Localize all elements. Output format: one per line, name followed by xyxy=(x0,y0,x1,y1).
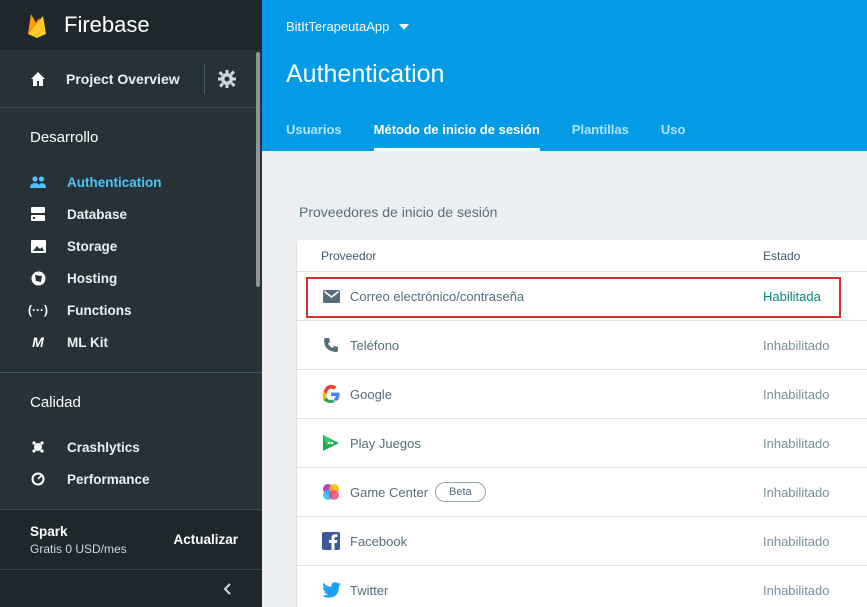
provider-name: Correo electrónico/contraseña xyxy=(350,288,525,304)
upgrade-button[interactable]: Actualizar xyxy=(173,532,238,547)
sidebar-item-label: Crashlytics xyxy=(67,439,140,455)
provider-name-group: Game Center Beta xyxy=(350,482,486,502)
provider-status: Habilitada xyxy=(763,288,821,304)
provider-row-play-games[interactable]: Play Juegos Inhabilitado xyxy=(297,419,867,468)
column-header-status: Estado xyxy=(763,248,801,263)
page-header: BitItTerapeutaApp Authentication Usuario… xyxy=(262,0,867,151)
collapse-sidebar-button[interactable] xyxy=(0,569,262,607)
facebook-icon xyxy=(321,531,341,551)
provider-name: Twitter xyxy=(350,582,389,598)
performance-icon xyxy=(30,471,46,487)
storage-icon xyxy=(30,238,46,254)
firebase-logo-icon xyxy=(28,14,46,38)
game-center-icon xyxy=(321,482,341,502)
sidebar-item-label: Performance xyxy=(67,471,150,487)
sidebar-item-label: Functions xyxy=(67,302,132,318)
project-overview-label: Project Overview xyxy=(66,70,180,87)
table-header: Proveedor Estado xyxy=(297,240,867,272)
provider-status: Inhabilitado xyxy=(763,435,830,451)
providers-table: Proveedor Estado Correo electrónico/cont… xyxy=(297,240,867,607)
sidebar-item-authentication[interactable]: Authentication xyxy=(30,166,262,198)
provider-name: Facebook xyxy=(350,533,408,549)
chevron-down-icon xyxy=(399,23,410,30)
sidebar-item-label: Hosting xyxy=(67,270,118,286)
provider-row-google[interactable]: Google Inhabilitado xyxy=(297,370,867,419)
functions-icon: (···) xyxy=(28,303,48,317)
page-title: Authentication xyxy=(286,60,445,88)
sidebar-item-database[interactable]: Database xyxy=(30,198,262,230)
section-desarrollo: Desarrollo Authentication Database Stora… xyxy=(0,108,262,358)
project-name: BitItTerapeutaApp xyxy=(286,19,390,34)
sidebar-item-label: Database xyxy=(67,206,128,222)
home-icon xyxy=(31,71,45,86)
sidebar-item-ml-kit[interactable]: M ML Kit xyxy=(30,326,262,358)
column-header-provider: Proveedor xyxy=(321,248,377,263)
tab-usuarios[interactable]: Usuarios xyxy=(286,122,342,151)
plan-panel: Spark Gratis 0 USD/mes Actualizar xyxy=(0,509,262,569)
sidebar-item-storage[interactable]: Storage xyxy=(30,230,262,262)
provider-row-phone[interactable]: Teléfono Inhabilitado xyxy=(297,321,867,370)
provider-status: Inhabilitado xyxy=(763,337,830,353)
database-icon xyxy=(30,206,46,222)
brand-name: Firebase xyxy=(64,12,150,37)
section-calidad: Calidad Crashlytics Performance xyxy=(0,373,262,495)
sidebar-item-label: Authentication xyxy=(67,174,162,190)
provider-row-twitter[interactable]: Twitter Inhabilitado xyxy=(297,566,867,607)
google-icon xyxy=(321,384,341,404)
sidebar-item-hosting[interactable]: Hosting xyxy=(30,262,262,294)
twitter-icon xyxy=(321,580,341,600)
tab-bar: Usuarios Método de inicio de sesión Plan… xyxy=(286,122,717,151)
chevron-left-icon xyxy=(223,583,231,595)
beta-badge: Beta xyxy=(435,482,486,502)
provider-status: Inhabilitado xyxy=(763,386,830,402)
section-title: Calidad xyxy=(30,393,81,411)
sidebar-scrollbar[interactable] xyxy=(256,52,260,287)
provider-status: Inhabilitado xyxy=(763,484,830,500)
sidebar-item-crashlytics[interactable]: Crashlytics xyxy=(30,431,262,463)
tab-plantillas[interactable]: Plantillas xyxy=(572,122,629,151)
overview-separator xyxy=(204,64,205,94)
providers-section-title: Proveedores de inicio de sesión xyxy=(299,204,498,220)
sidebar-item-performance[interactable]: Performance xyxy=(30,463,262,495)
section-title: Desarrollo xyxy=(30,128,99,146)
people-icon xyxy=(30,174,46,190)
email-icon xyxy=(321,286,341,306)
mlkit-icon: M xyxy=(32,334,44,350)
project-selector[interactable]: BitItTerapeutaApp xyxy=(286,19,410,34)
provider-name: Teléfono xyxy=(350,337,400,353)
provider-name: Google xyxy=(350,386,392,402)
phone-icon xyxy=(321,335,341,355)
sidebar: Firebase Project Overview Desarrollo Aut… xyxy=(0,0,262,607)
tab-uso[interactable]: Uso xyxy=(661,122,686,151)
sidebar-item-label: Storage xyxy=(67,238,118,254)
provider-name: Play Juegos xyxy=(350,435,421,451)
project-overview-link[interactable]: Project Overview xyxy=(0,50,262,108)
provider-status: Inhabilitado xyxy=(763,533,830,549)
provider-row-game-center[interactable]: Game Center Beta Inhabilitado xyxy=(297,468,867,517)
sidebar-header[interactable]: Firebase xyxy=(0,0,262,50)
provider-row-facebook[interactable]: Facebook Inhabilitado xyxy=(297,517,867,566)
sidebar-item-label: ML Kit xyxy=(67,334,108,350)
play-games-icon xyxy=(321,433,341,453)
sidebar-item-functions[interactable]: (···) Functions xyxy=(28,294,262,326)
hosting-icon xyxy=(30,270,46,286)
crashlytics-icon xyxy=(30,439,46,455)
provider-name: Game Center xyxy=(350,484,429,500)
provider-status: Inhabilitado xyxy=(763,582,830,598)
gear-icon[interactable] xyxy=(218,70,236,88)
provider-row-email[interactable]: Correo electrónico/contraseña Habilitada xyxy=(297,272,867,321)
tab-sign-in-method[interactable]: Método de inicio de sesión xyxy=(373,122,540,151)
